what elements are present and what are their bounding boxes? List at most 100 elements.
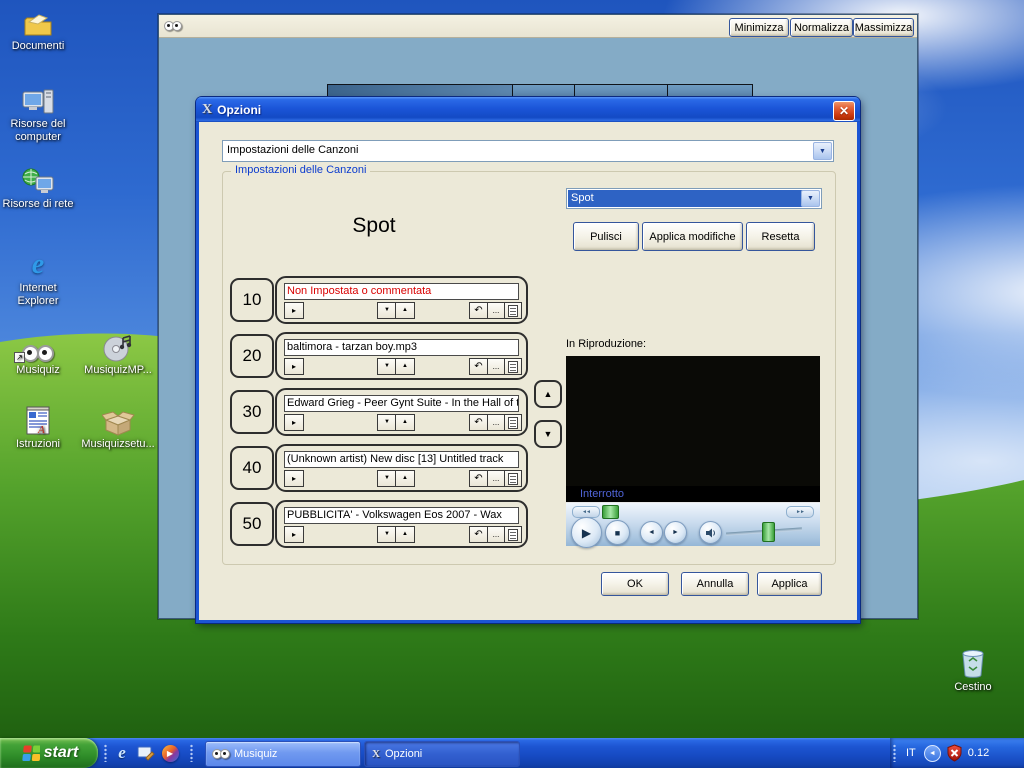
volume-down-button[interactable]: ▼	[377, 358, 397, 375]
ok-button[interactable]: OK	[601, 572, 669, 596]
volume-up-button[interactable]: ▲	[395, 526, 415, 543]
language-indicator[interactable]: IT	[906, 747, 916, 759]
volume-down-button[interactable]: ▼	[377, 526, 397, 543]
undo-button[interactable]: ↶	[469, 414, 488, 431]
play-button[interactable]: ▶	[571, 517, 602, 548]
volume-up-button[interactable]: ▲	[395, 358, 415, 375]
notes-button[interactable]	[504, 302, 522, 319]
fast-forward-button[interactable]: ►►	[786, 506, 814, 518]
play-row-button[interactable]: ▸	[284, 414, 304, 431]
chevron-down-icon[interactable]: ▼	[801, 190, 820, 207]
applica-modifiche-button[interactable]: Applica modifiche	[642, 222, 743, 251]
pulisci-button[interactable]: Pulisci	[573, 222, 639, 251]
quicklaunch-handle[interactable]	[104, 744, 107, 762]
annulla-button[interactable]: Annulla	[681, 572, 749, 596]
quicklaunch-wmp-icon[interactable]: ▶	[160, 743, 180, 763]
undo-button[interactable]: ↶	[469, 358, 488, 375]
browse-button[interactable]: ...	[487, 414, 505, 431]
document-icon	[508, 473, 518, 485]
video-area	[566, 356, 820, 486]
speaker-icon	[705, 528, 716, 538]
resetta-button[interactable]: Resetta	[746, 222, 815, 251]
play-row-button[interactable]: ▸	[284, 470, 304, 487]
volume-slider[interactable]	[762, 522, 775, 542]
shortcut-arrow-icon: ↗	[14, 352, 25, 363]
start-label: start	[44, 744, 79, 762]
undo-button[interactable]: ↶	[469, 526, 488, 543]
move-down-button[interactable]: ▼	[534, 420, 562, 448]
next-button[interactable]: ►	[664, 521, 687, 544]
volume-up-button[interactable]: ▲	[395, 302, 415, 319]
desktop-icon-internet-explorer[interactable]: e Internet Explorer	[0, 246, 76, 308]
undo-button[interactable]: ↶	[469, 302, 488, 319]
recycle-bin-icon	[935, 645, 1011, 679]
desktop-icon-label: Musiquiz	[0, 364, 76, 377]
play-row-button[interactable]: ▸	[284, 526, 304, 543]
windows-flag-icon	[20, 744, 40, 763]
notes-button[interactable]	[504, 414, 522, 431]
song-row-number: 40	[230, 446, 274, 490]
cd-music-icon	[80, 328, 156, 362]
volume-down-button[interactable]: ▼	[377, 414, 397, 431]
browse-button[interactable]: ...	[487, 526, 505, 543]
desktop-icon-label: Risorse di rete	[0, 198, 76, 211]
song-title-field[interactable]: baltimora - tarzan boy.mp3	[284, 339, 519, 356]
browse-button[interactable]: ...	[487, 358, 505, 375]
song-title-field[interactable]: PUBBLICITA' - Volkswagen Eos 2007 - Wax	[284, 507, 519, 524]
taskbar-task-musiquiz[interactable]: Musiquiz	[205, 741, 361, 767]
play-row-button[interactable]: ▸	[284, 358, 304, 375]
type-combobox[interactable]: Spot ▼	[566, 188, 822, 209]
volume-up-button[interactable]: ▲	[395, 414, 415, 431]
dialog-titlebar[interactable]: X Opzioni	[196, 97, 860, 122]
volume-down-button[interactable]: ▼	[377, 302, 397, 319]
volume-up-button[interactable]: ▲	[395, 470, 415, 487]
song-title-field[interactable]: Edward Grieg - Peer Gynt Suite - In the …	[284, 395, 519, 412]
show-desktop-icon	[137, 744, 155, 762]
desktop-icon-risorse-computer[interactable]: Risorse del computer	[0, 82, 76, 144]
quicklaunch-handle[interactable]	[190, 744, 193, 762]
song-row: 50 PUBBLICITA' - Volkswagen Eos 2007 - W…	[228, 499, 526, 545]
desktop-icon-label: MusiquizMP...	[80, 364, 156, 377]
song-title-field[interactable]: (Unknown artist) New disc [13] Untitled …	[284, 451, 519, 468]
taskbar-task-opzioni[interactable]: X Opzioni	[364, 741, 520, 767]
desktop-icon-musiquizmp[interactable]: MusiquizMP...	[80, 328, 156, 377]
notes-button[interactable]	[504, 470, 522, 487]
seek-slider[interactable]	[602, 505, 619, 519]
ie-icon: e	[0, 246, 76, 280]
mute-button[interactable]	[699, 521, 722, 544]
close-button[interactable]: ✕	[833, 101, 855, 121]
app-x-icon: X	[202, 102, 212, 118]
desktop-icon-documenti[interactable]: Documenti	[0, 4, 76, 53]
stop-button[interactable]: ■	[605, 520, 630, 545]
clock[interactable]: 0.12	[968, 747, 989, 759]
notes-button[interactable]	[504, 358, 522, 375]
tray-handle[interactable]	[893, 744, 896, 762]
start-button[interactable]: start	[0, 738, 98, 768]
undo-button[interactable]: ↶	[469, 470, 488, 487]
section-combobox[interactable]: Impostazioni delle Canzoni ▼	[222, 140, 834, 162]
move-up-button[interactable]: ▲	[534, 380, 562, 408]
chevron-down-icon[interactable]: ▼	[813, 142, 832, 160]
desktop-icon-label: Risorse del computer	[0, 118, 76, 144]
desktop-icon-musiquiz[interactable]: ↗ Musiquiz	[0, 328, 76, 377]
applica-button[interactable]: Applica	[757, 572, 822, 596]
quicklaunch-ie-icon[interactable]: e	[112, 743, 132, 763]
song-title-field[interactable]: Non Impostata o commentata	[284, 283, 519, 300]
play-row-button[interactable]: ▸	[284, 302, 304, 319]
desktop-icon-musiquizsetup[interactable]: Musiquizsetu...	[80, 402, 156, 451]
desktop-icon-cestino[interactable]: Cestino	[935, 645, 1011, 694]
minimize-window-button[interactable]: Minimizza	[729, 18, 789, 37]
desktop-icon-istruzioni[interactable]: A Istruzioni	[0, 402, 76, 451]
volume-down-button[interactable]: ▼	[377, 470, 397, 487]
desktop-icon-risorse-rete[interactable]: Risorse di rete	[0, 162, 76, 211]
quicklaunch-show-desktop-icon[interactable]	[136, 743, 156, 763]
maximize-window-button[interactable]: Massimizza	[853, 18, 914, 37]
browse-button[interactable]: ...	[487, 470, 505, 487]
notes-button[interactable]	[504, 526, 522, 543]
song-row: 10 Non Impostata o commentata ▸ ▼ ▲ ↶ ..…	[228, 275, 526, 321]
browse-button[interactable]: ...	[487, 302, 505, 319]
previous-button[interactable]: ◄	[640, 521, 663, 544]
restore-window-button[interactable]: Normalizza	[790, 18, 853, 37]
hide-icons-chevron[interactable]: ◄	[924, 745, 941, 762]
security-shield-icon[interactable]	[946, 744, 963, 762]
